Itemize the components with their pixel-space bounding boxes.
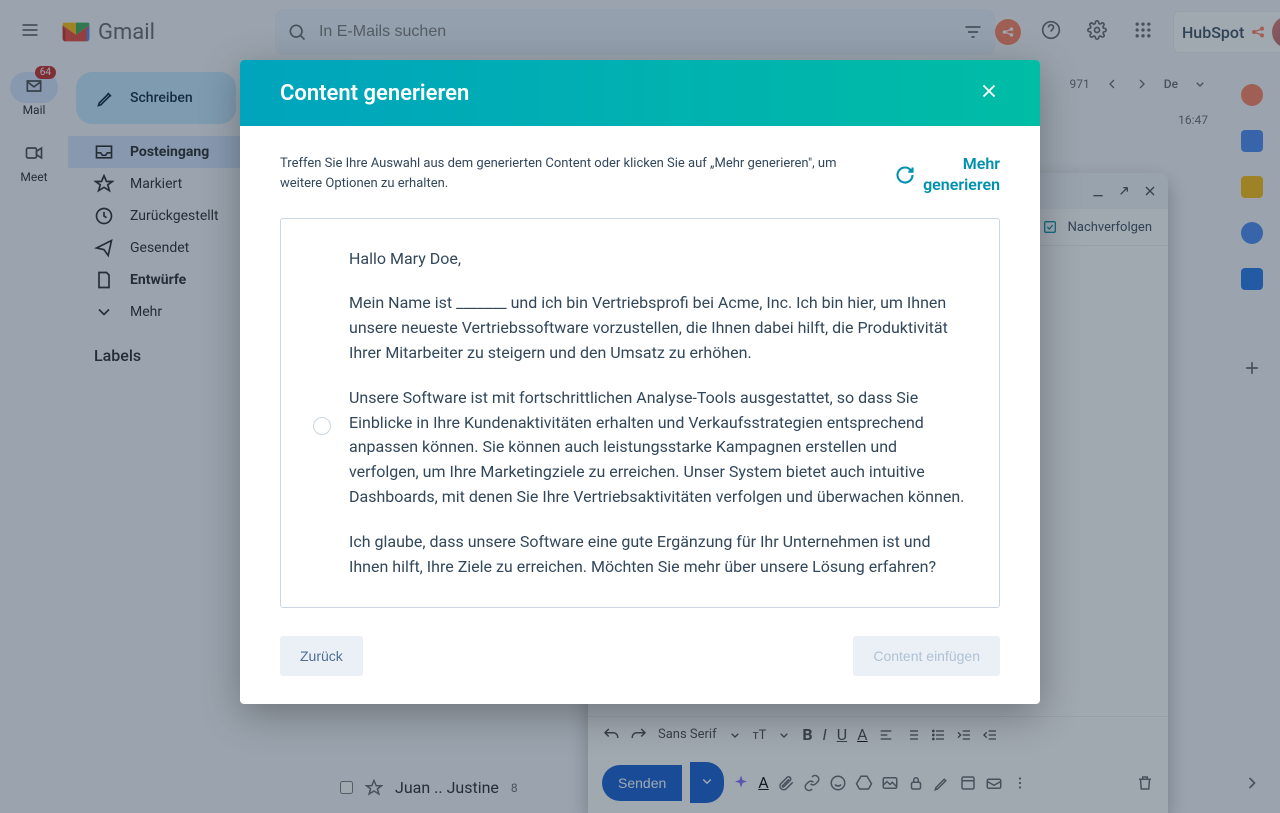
more-generate-button[interactable]: Mehr generieren [895,154,1000,196]
refresh-icon [895,165,915,185]
modal-footer: Zurück Content einfügen [240,636,1040,704]
modal-header: Content generieren [240,60,1040,126]
generated-content-text: Hallo Mary Doe, Mein Name ist _______ un… [349,247,967,580]
content-paragraph-1: Mein Name ist _______ und ich bin Vertri… [349,291,967,365]
content-paragraph-3: Ich glaube, dass unsere Software eine gu… [349,530,967,580]
modal-instruction: Treffen Sie Ihre Auswahl aus dem generie… [280,154,840,193]
modal-overlay: Content generieren Treffen Sie Ihre Ausw… [0,0,1280,813]
insert-content-button[interactable]: Content einfügen [853,636,1000,676]
content-paragraph-2: Unsere Software ist mit fortschrittliche… [349,386,967,510]
generated-content-option[interactable]: Hallo Mary Doe, Mein Name ist _______ un… [280,218,1000,609]
content-generate-modal: Content generieren Treffen Sie Ihre Ausw… [240,60,1040,704]
modal-close-button[interactable] [978,80,1000,106]
content-radio[interactable] [313,417,331,435]
modal-title: Content generieren [280,81,469,106]
back-button[interactable]: Zurück [280,636,363,676]
content-greeting: Hallo Mary Doe, [349,247,967,272]
more-gen-line2: generieren [923,175,1000,196]
more-gen-line1: Mehr [923,154,1000,175]
